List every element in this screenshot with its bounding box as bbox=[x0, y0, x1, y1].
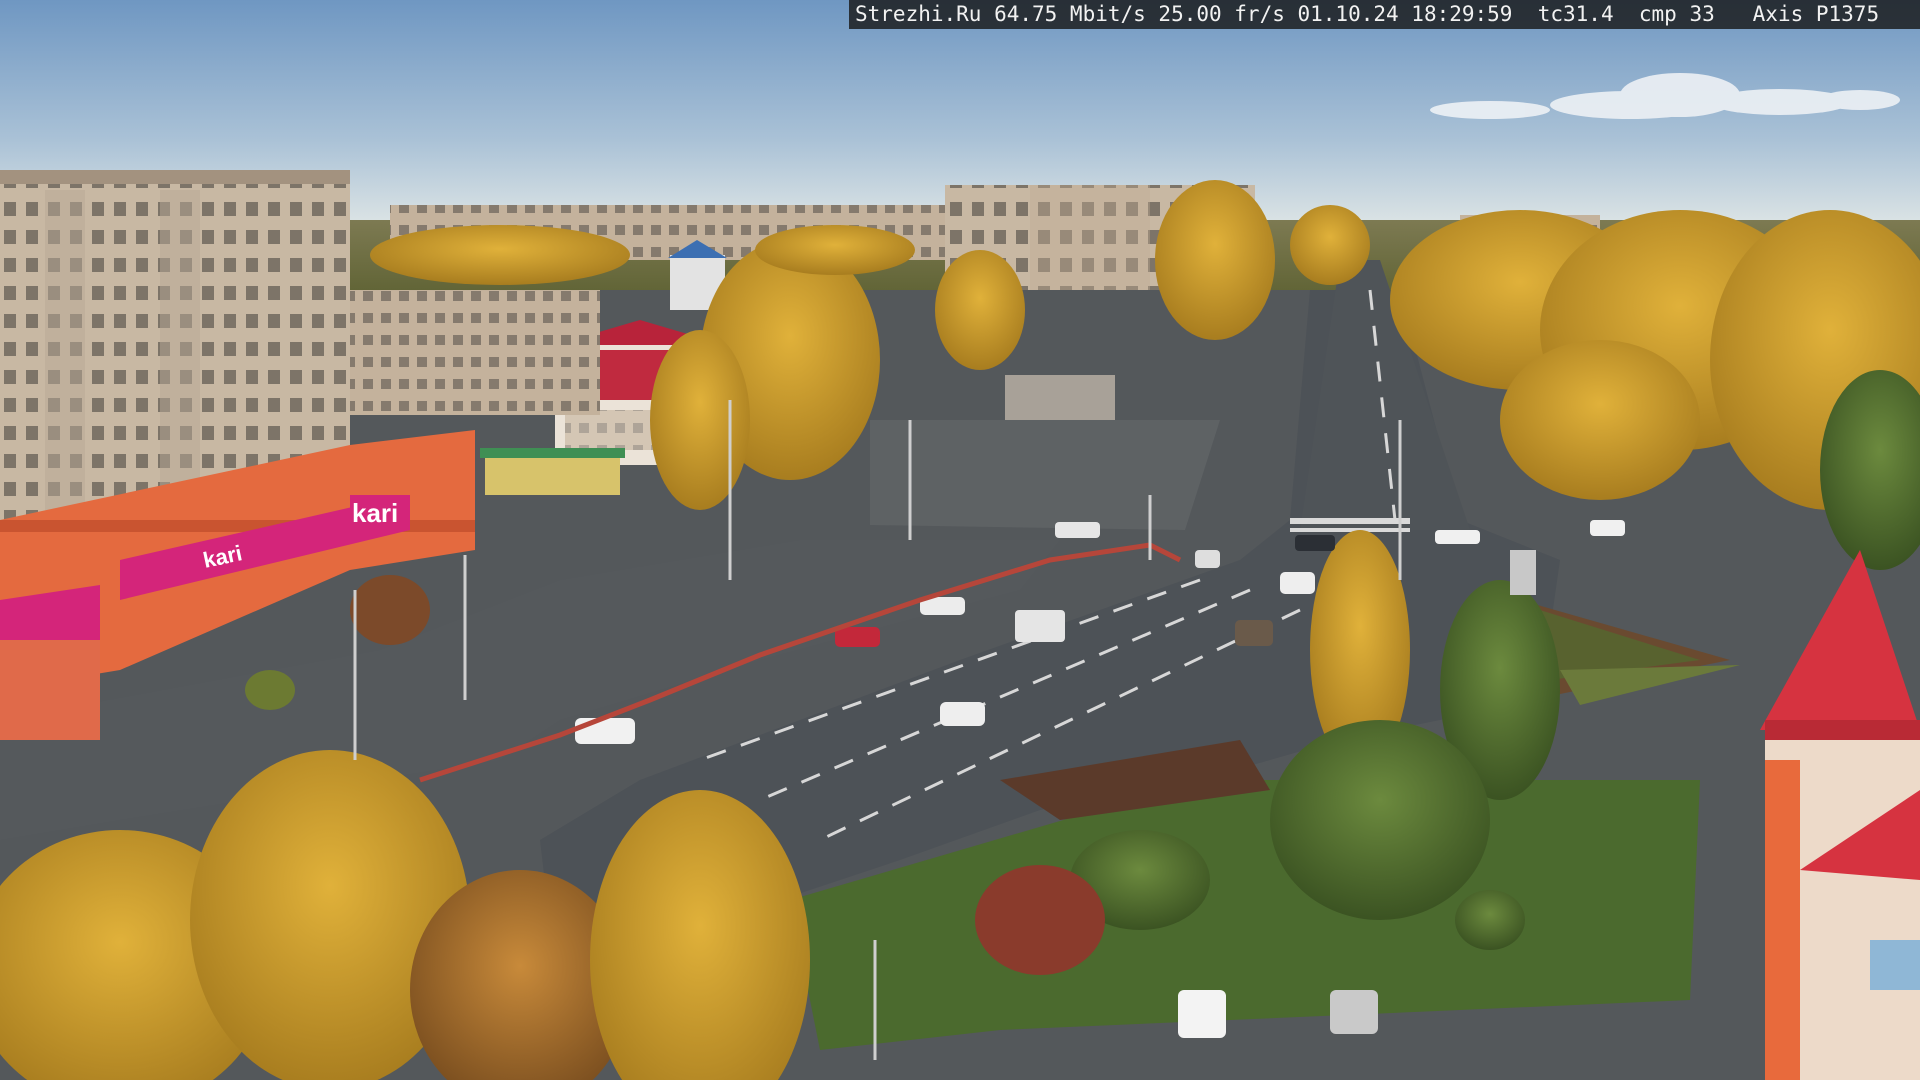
car-white-4 bbox=[1280, 572, 1315, 594]
camera-overlay: Strezhi.Ru 64.75 Mbit/s 25.00 fr/s 01.10… bbox=[849, 0, 1920, 29]
car-brown bbox=[1235, 620, 1273, 646]
service-building bbox=[1005, 375, 1115, 420]
kiosk bbox=[485, 455, 620, 495]
city-scene: kari kari bbox=[0, 0, 1920, 1080]
car-dark bbox=[1295, 535, 1335, 551]
plaza-upper bbox=[870, 420, 1220, 530]
car-parked-2 bbox=[1330, 990, 1378, 1034]
car-white-3 bbox=[940, 702, 985, 726]
monument bbox=[1510, 550, 1536, 595]
car-truck bbox=[1015, 610, 1065, 642]
webcam-view: kari kari bbox=[0, 0, 1920, 1080]
car-red bbox=[835, 627, 880, 647]
car-white bbox=[575, 718, 635, 744]
car-parked-1 bbox=[1178, 990, 1226, 1038]
kari-logo: kari bbox=[352, 498, 398, 528]
